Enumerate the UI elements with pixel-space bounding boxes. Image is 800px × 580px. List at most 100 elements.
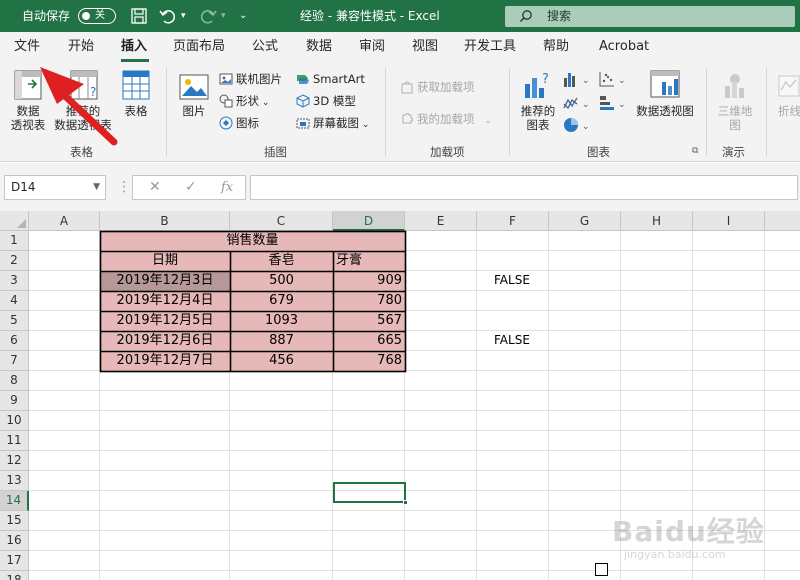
scatter-chart-icon[interactable]: ⌄ — [598, 70, 628, 88]
cell-f3[interactable]: FALSE — [494, 271, 530, 291]
formula-buttons: ✕ ✓ fx — [132, 175, 246, 200]
tab-review[interactable]: 审阅 — [359, 32, 385, 62]
ribbon-tabs: 文件 开始 插入 页面布局 公式 数据 审阅 视图 开发工具 帮助 Acroba… — [0, 32, 800, 62]
3d-map-icon[interactable] — [722, 72, 748, 100]
customize-qat-icon[interactable]: ⌄ — [239, 0, 247, 32]
picture-button[interactable]: 图片 — [176, 104, 212, 118]
sparkline-icon[interactable] — [778, 72, 800, 100]
tab-file[interactable]: 文件 — [14, 32, 40, 62]
my-addins-label: 我的加载项 — [417, 112, 475, 126]
shapes-label: 形状 — [236, 94, 259, 108]
name-box-value: D14 — [11, 180, 36, 194]
confirm-icon[interactable]: ✓ — [185, 176, 197, 199]
shapes-icon — [219, 94, 233, 108]
recommended-pivot-button[interactable]: 推荐的 数据透视表 — [52, 104, 114, 132]
tab-view[interactable]: 视图 — [412, 32, 438, 62]
fill-handle[interactable] — [403, 500, 408, 505]
charts-dialog-launcher-icon[interactable]: ⧉ — [692, 146, 698, 156]
screenshot-button[interactable]: 屏幕截图 ⌄ — [296, 114, 369, 132]
pie-chart-icon[interactable]: ⌄ — [562, 116, 592, 134]
3d-model-button[interactable]: 3D 模型 — [296, 92, 356, 110]
recommended-charts-icon[interactable]: ? — [522, 70, 552, 100]
redo-dropdown-icon[interactable]: ▾ — [221, 0, 226, 32]
addins-group-label: 加载项 — [430, 145, 465, 159]
cube-icon — [296, 94, 310, 108]
icons-button[interactable]: 图标 — [219, 114, 259, 132]
title-bar: 自动保存 关 ▾ ▾ ⌄ 经验 - 兼容性模式 - Excel 搜索 — [0, 0, 800, 32]
smartart-button[interactable]: SmartArt — [296, 70, 365, 88]
undo-dropdown-icon[interactable]: ▾ — [181, 0, 186, 32]
excel-window: 自动保存 关 ▾ ▾ ⌄ 经验 - 兼容性模式 - Excel 搜索 文件 开始… — [0, 0, 800, 580]
autosave-toggle[interactable]: 关 — [78, 8, 116, 24]
screenshot-label: 屏幕截图 — [313, 116, 359, 130]
svg-text:⌄: ⌄ — [582, 122, 590, 132]
tab-acrobat[interactable]: Acrobat — [599, 32, 649, 62]
pivot-table-button[interactable]: 数据 透视表 — [8, 104, 48, 132]
search-icon — [520, 10, 532, 22]
svg-text:⌄: ⌄ — [582, 76, 590, 86]
save-icon[interactable] — [129, 6, 149, 26]
svg-text:⌄: ⌄ — [582, 100, 590, 110]
get-addins-button[interactable]: 获取加载项 — [400, 78, 475, 96]
picture-icon[interactable] — [179, 74, 209, 100]
tours-group-label: 演示 — [722, 145, 745, 159]
charts-group-label: 图表 — [587, 145, 610, 159]
recommended-pivot-icon[interactable]: ? — [70, 70, 98, 100]
icons-icon — [219, 116, 233, 130]
store-icon — [401, 81, 413, 94]
online-picture-button[interactable]: 联机图片 — [219, 70, 282, 88]
tab-home[interactable]: 开始 — [68, 32, 94, 62]
tab-help[interactable]: 帮助 — [543, 32, 569, 62]
search-box[interactable]: 搜索 — [505, 6, 795, 27]
hierarchy-chart-icon[interactable]: ⌄ — [598, 94, 628, 112]
puzzle-icon — [402, 113, 413, 124]
my-addins-button[interactable]: 我的加载项 ⌄ — [400, 110, 492, 128]
smartart-icon — [297, 75, 309, 84]
tab-insert[interactable]: 插入 — [121, 32, 147, 62]
autosave-state: 关 — [95, 10, 105, 21]
column-chart-icon[interactable]: ⌄ — [562, 70, 592, 88]
svg-text:?: ? — [542, 72, 549, 87]
search-label: 搜索 — [547, 9, 572, 23]
3d-map-button[interactable]: 三维地图 — [712, 104, 758, 132]
chevron-down-icon[interactable]: ▼ — [93, 176, 100, 199]
screenshot-icon — [296, 118, 310, 129]
watermark-url: jingyan.baidu.com — [624, 548, 726, 561]
baidu-watermark-logo: Baidu经验 jingyan.baidu.com — [612, 510, 772, 566]
illustrations-group-label: 插图 — [264, 145, 287, 159]
small-checkbox-icon — [595, 563, 608, 576]
line-chart-icon[interactable]: ⌄ — [562, 94, 592, 112]
pivot-chart-icon[interactable] — [650, 70, 682, 100]
cell-f6[interactable]: FALSE — [494, 331, 530, 351]
smartart-label: SmartArt — [313, 72, 365, 86]
undo-icon[interactable] — [158, 6, 178, 26]
tab-developer[interactable]: 开发工具 — [464, 32, 516, 62]
formula-bar: D14 ▼ ⋮ ✕ ✓ fx — [0, 163, 800, 211]
ribbon-separator — [706, 68, 707, 156]
sparkline-line-button[interactable]: 折线 — [778, 104, 800, 118]
icons-label: 图标 — [236, 116, 259, 130]
ribbon-separator — [509, 68, 510, 156]
name-box[interactable]: D14 ▼ — [4, 175, 106, 200]
shapes-button[interactable]: 形状 ⌄ — [219, 92, 269, 110]
redo-icon[interactable] — [198, 6, 218, 26]
tab-formulas[interactable]: 公式 — [252, 32, 278, 62]
get-addins-label: 获取加载项 — [417, 80, 475, 94]
online-picture-icon — [219, 73, 233, 85]
formula-input[interactable] — [250, 175, 798, 200]
ribbon-separator — [385, 68, 386, 156]
autosave-label: 自动保存 — [22, 9, 71, 23]
tab-page-layout[interactable]: 页面布局 — [173, 32, 225, 62]
window-title: 经验 - 兼容性模式 - Excel — [300, 9, 440, 23]
pivot-table-icon[interactable] — [14, 70, 42, 100]
insert-function-icon[interactable]: fx — [221, 176, 233, 199]
active-cell-selection[interactable] — [333, 482, 408, 505]
tab-data[interactable]: 数据 — [306, 32, 332, 62]
pivot-chart-button[interactable]: 数据透视图 — [630, 104, 700, 118]
watermark-brand: Baidu经验 — [612, 515, 765, 548]
svg-text:?: ? — [90, 85, 96, 99]
table-button[interactable]: 表格 — [118, 104, 154, 118]
recommended-charts-button[interactable]: 推荐的 图表 — [516, 104, 560, 132]
table-icon[interactable] — [122, 70, 150, 100]
cancel-icon[interactable]: ✕ — [149, 176, 161, 199]
